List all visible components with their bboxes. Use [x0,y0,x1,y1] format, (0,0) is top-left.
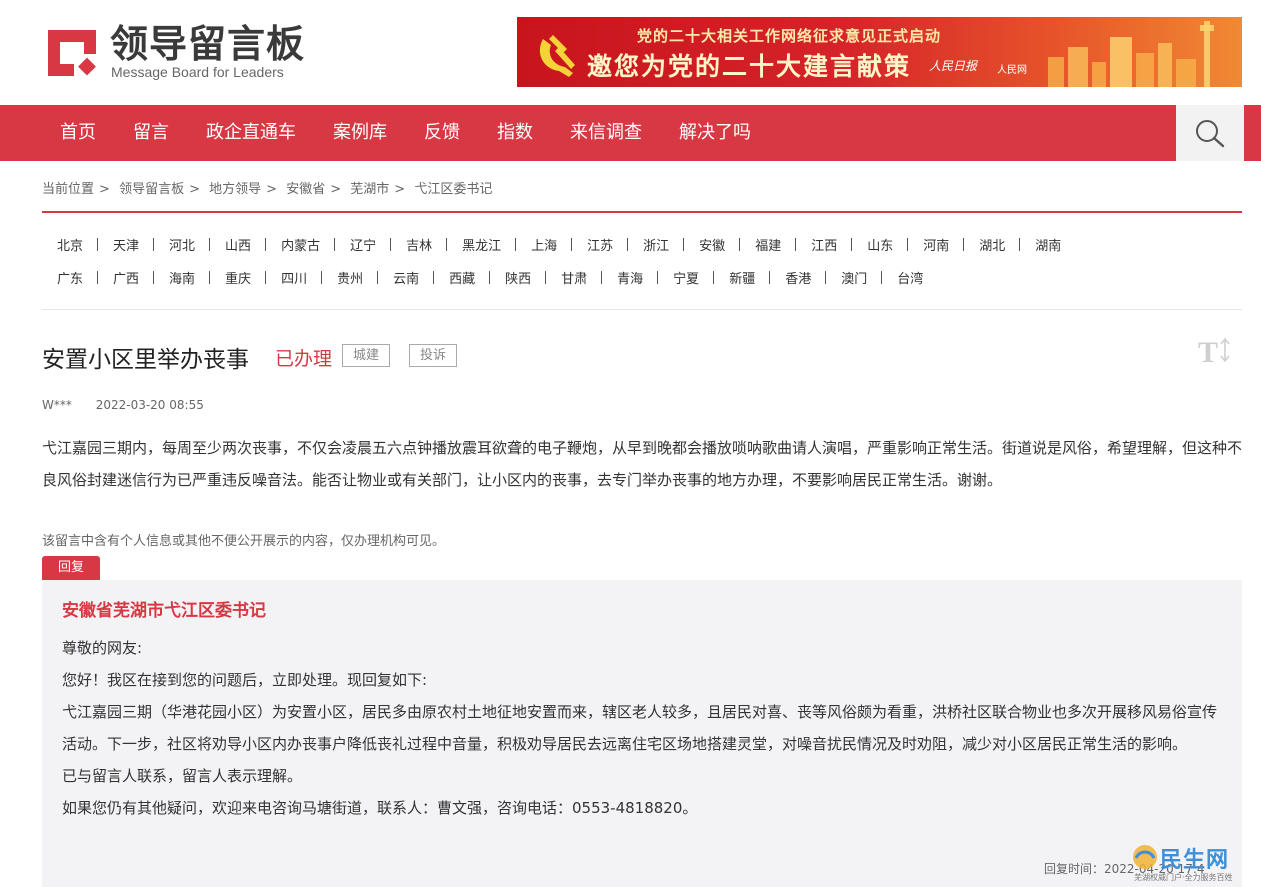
status-badge: 已办理 [275,348,333,370]
party-emblem-icon [539,35,575,77]
province-link[interactable]: 西藏 [434,268,491,287]
province-link[interactable]: 北京 [42,235,99,254]
province-link[interactable]: 贵州 [322,268,379,287]
privacy-note: 该留言中含有个人信息或其他不便公开展示的内容，仅办理机构可见。 [42,534,446,549]
breadcrumb-item[interactable]: 芜湖市 [350,182,389,197]
nav-item-messages[interactable]: 留言 [115,105,188,161]
province-link[interactable]: 山西 [210,235,267,254]
province-link[interactable]: 福建 [740,235,797,254]
divider [42,211,1242,213]
type-tag[interactable]: 投诉 [409,344,458,367]
nav-item-enterprise[interactable]: 政企直通车 [188,105,315,161]
breadcrumb-item[interactable]: 弋江区委书记 [414,182,492,197]
province-link[interactable]: 青海 [602,268,659,287]
province-link[interactable]: 广东 [42,268,99,287]
author: W*** [42,398,72,412]
reply-org: 安徽省芜湖市弋江区委书记 [62,601,266,621]
province-link[interactable]: 台湾 [882,268,938,287]
nav-items: 首页 留言 政企直通车 案例库 反馈 指数 来信调查 解决了吗 [42,105,770,161]
province-link[interactable]: 新疆 [714,268,771,287]
reply-paragraph: 尊敬的网友: [62,639,143,657]
logo-subtitle: Message Board for Leaders [111,64,284,80]
province-link[interactable]: 河北 [154,235,211,254]
province-link[interactable]: 上海 [516,235,573,254]
search-button[interactable] [1176,105,1244,161]
province-link[interactable]: 天津 [98,235,155,254]
province-row: 北京 天津 河北 山西 内蒙古 辽宁 吉林 黑龙江 上海 江苏 浙江 安徽 福建 江西 山东 河南 湖北 湖南 [42,228,1242,261]
province-link[interactable]: 湖北 [964,235,1021,254]
logo-mark-icon [48,30,96,76]
breadcrumb: 当前位置 > 领导留言板 > 地方领导 > 安徽省 > 芜湖市 > 弋江区委书记 [42,178,492,197]
category-tag[interactable]: 城建 [342,344,391,367]
province-link[interactable]: 湖南 [1020,235,1076,254]
message-content: 弋江嘉园三期内，每周至少两次丧事，不仅会凌晨五六点钟播放震耳欲聋的电子鞭炮，从早… [42,439,1243,489]
breadcrumb-item[interactable]: 领导留言板 [119,182,184,197]
banner-logo-people-cn: 人民网 [997,65,1027,76]
reply-box: 安徽省芜湖市弋江区委书记 尊敬的网友: 您好！我区在接到您的问题后，立即处理。现… [42,580,1242,887]
province-link[interactable]: 黑龙江 [447,235,517,254]
nav-item-cases[interactable]: 案例库 [315,105,406,161]
banner-logo-peoples-daily: 人民日报 [929,59,978,73]
nav-item-index[interactable]: 指数 [479,105,552,161]
watermark-subtext: 芜湖权威门户·全力服务百姓 [1134,873,1233,882]
province-link[interactable]: 河南 [908,235,965,254]
watermark-logo-icon [1133,845,1157,869]
reply-paragraph: 如果您仍有其他疑问，欢迎来电咨询马塘街道，联系人：曹文强，咨询电话：0553-4… [62,799,698,817]
province-link[interactable]: 辽宁 [335,235,392,254]
province-link[interactable]: 澳门 [826,268,883,287]
province-row: 广东 广西 海南 重庆 四川 贵州 云南 西藏 陕西 甘肃 青海 宁夏 新疆 香港 澳门 台湾 [42,261,1242,294]
province-link[interactable]: 陕西 [490,268,547,287]
breadcrumb-separator: > [266,182,278,197]
breadcrumb-separator: > [189,182,200,197]
logo-title: 领导留言板 [110,22,306,66]
site-header: 领导留言板 Message Board for Leaders 党的二十大相关工… [0,0,1261,105]
watermark: 民生网 芜湖权威门户·全力服务百姓 [1128,840,1248,885]
site-logo[interactable]: 领导留言板 Message Board for Leaders [44,22,314,82]
buildings-icon [1048,21,1214,87]
promo-banner[interactable]: 党的二十大相关工作网络征求意见正式启动 邀您为党的二十大建言献策 人民日报 人民… [517,17,1242,87]
province-link[interactable]: 山东 [852,235,909,254]
reply-paragraph: 已与留言人联系，留言人表示理解。 [62,767,303,785]
province-link[interactable]: 浙江 [628,235,685,254]
province-link[interactable]: 云南 [378,268,435,287]
breadcrumb-separator: > [330,182,342,197]
province-link[interactable]: 江苏 [572,235,629,254]
banner-main-text: 邀您为党的二十大建言献策 [587,52,912,81]
nav-item-feedback[interactable]: 反馈 [406,105,479,161]
main-nav: 首页 留言 政企直通车 案例库 反馈 指数 来信调查 解决了吗 [0,105,1261,161]
breadcrumb-item[interactable]: 安徽省 [286,182,325,197]
reply-paragraph: 您好！我区在接到您的问题后，立即处理。现回复如下: [62,671,428,689]
breadcrumb-item[interactable]: 地方领导 [209,182,261,197]
province-link[interactable]: 吉林 [391,235,448,254]
province-list: 北京 天津 河北 山西 内蒙古 辽宁 吉林 黑龙江 上海 江苏 浙江 安徽 福建 江西 山东 河南 湖北 湖南 广… [42,228,1242,294]
province-link[interactable]: 甘肃 [546,268,603,287]
province-link[interactable]: 宁夏 [658,268,715,287]
province-link[interactable]: 江西 [796,235,853,254]
reply-paragraph: 弋江嘉园三期（华港花园小区）为安置小区，居民多由原农村土地征地安置而来，辖区老人… [62,703,1218,753]
province-link[interactable]: 海南 [154,268,211,287]
province-link[interactable]: 广西 [98,268,155,287]
nav-item-resolved[interactable]: 解决了吗 [661,105,770,161]
reply-tab: 回复 [42,556,100,580]
nav-item-home[interactable]: 首页 [42,105,115,161]
province-link[interactable]: 内蒙古 [266,235,336,254]
message-meta: W*** 2022-03-20 08:55 [42,398,204,412]
breadcrumb-label: 当前位置 [42,182,95,197]
banner-top-text: 党的二十大相关工作网络征求意见正式启动 [637,27,942,45]
divider [42,309,1242,310]
post-time: 2022-03-20 08:55 [95,398,204,412]
font-size-icon[interactable]: T [1198,336,1232,366]
province-link[interactable]: 四川 [266,268,323,287]
province-link[interactable]: 香港 [770,268,827,287]
breadcrumb-separator: > [394,182,406,197]
province-link[interactable]: 重庆 [210,268,267,287]
watermark-text: 民生网 [1160,848,1230,873]
search-icon [1196,120,1225,148]
province-link[interactable]: 安徽 [684,235,741,254]
nav-item-survey[interactable]: 来信调查 [552,105,661,161]
reply-body: 尊敬的网友: 您好！我区在接到您的问题后，立即处理。现回复如下: 弋江嘉园三期（… [62,632,1222,824]
svg-text:T: T [1198,336,1218,366]
breadcrumb-separator: > [99,182,110,197]
message-title: 安置小区里举办丧事 [42,347,249,373]
